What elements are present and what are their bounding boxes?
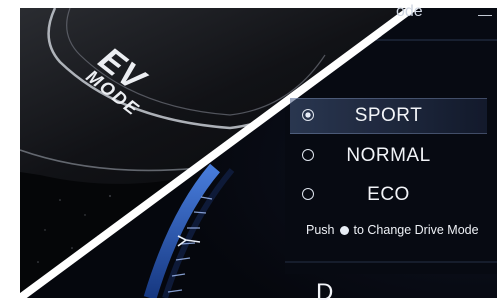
gear-indicator: D bbox=[316, 279, 334, 301]
drive-mode-label: SPORT bbox=[354, 105, 423, 126]
photo-border-left bbox=[0, 0, 20, 301]
drive-mode-label: NORMAL bbox=[346, 145, 431, 166]
display-header-dash: — bbox=[478, 6, 492, 22]
drive-mode-hint: Push to Change Drive Mode bbox=[306, 223, 479, 237]
drive-mode-label: ECO bbox=[367, 184, 410, 205]
drive-mode-option-eco: ECO bbox=[290, 178, 487, 212]
drive-mode-option-normal: NORMAL bbox=[290, 139, 487, 173]
hint-prefix: Push bbox=[306, 223, 335, 237]
photo-scene: EV MODE ode — SPORT NORMAL ECO Push to Ch… bbox=[0, 0, 497, 301]
display-header-fragment: ode bbox=[396, 3, 423, 20]
hint-suffix: to Change Drive Mode bbox=[353, 223, 479, 237]
button-dot-icon bbox=[339, 225, 349, 235]
drive-mode-option-sport: SPORT bbox=[290, 98, 487, 134]
